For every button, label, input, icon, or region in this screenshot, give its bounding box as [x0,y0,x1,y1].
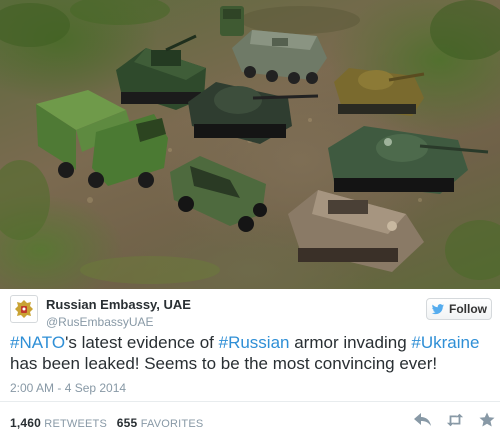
tweet-text: #NATO's latest evidence of #Russian armo… [10,332,492,374]
follow-label: Follow [449,302,487,316]
reply-icon[interactable] [414,411,432,429]
tweet-photo[interactable] [0,0,500,289]
follow-button[interactable]: Follow [426,298,492,320]
tweet-stats: 1,460 RETWEETS 655 FAVORITES [10,416,203,430]
toy-tan-tank [334,68,425,116]
tweet-timestamp[interactable]: 2:00 AM - 4 Sep 2014 [10,381,126,395]
toy-small-truck [220,6,244,36]
toy-jeep [170,156,267,232]
toy-tank-center [188,82,319,144]
account-handle[interactable]: @RusEmbassyUAE [46,315,154,329]
toy-amphibious-car [288,190,424,272]
tweet-text-part: has been leaked! Seems to be the most co… [10,354,438,373]
hashtag-russian[interactable]: #Russian [219,333,290,352]
favorites-count[interactable]: 655 [117,416,138,430]
toy-amphibious-tank [328,126,489,194]
star-icon[interactable] [478,411,496,429]
tweet-card: Russian Embassy, UAE @RusEmbassyUAE Foll… [0,289,500,445]
divider [0,401,500,402]
retweets-count[interactable]: 1,460 [10,416,41,430]
tweet-text-part: armor invading [289,333,412,352]
account-name[interactable]: Russian Embassy, UAE [46,297,191,312]
favorites-label[interactable]: FAVORITES [141,418,204,430]
hashtag-nato[interactable]: #NATO [10,333,65,352]
toy-armored-personnel-carrier [232,30,327,84]
twitter-bird-icon [431,303,445,314]
tweet-actions [414,411,496,429]
toy-vehicles-scene [0,0,500,284]
retweets-label[interactable]: RETWEETS [44,418,107,430]
toy-army-truck [36,90,168,188]
hashtag-ukraine[interactable]: #Ukraine [411,333,479,352]
retweet-icon[interactable] [446,411,464,429]
coat-of-arms-icon[interactable] [10,295,38,323]
tweet-text-part: 's latest evidence of [65,333,219,352]
